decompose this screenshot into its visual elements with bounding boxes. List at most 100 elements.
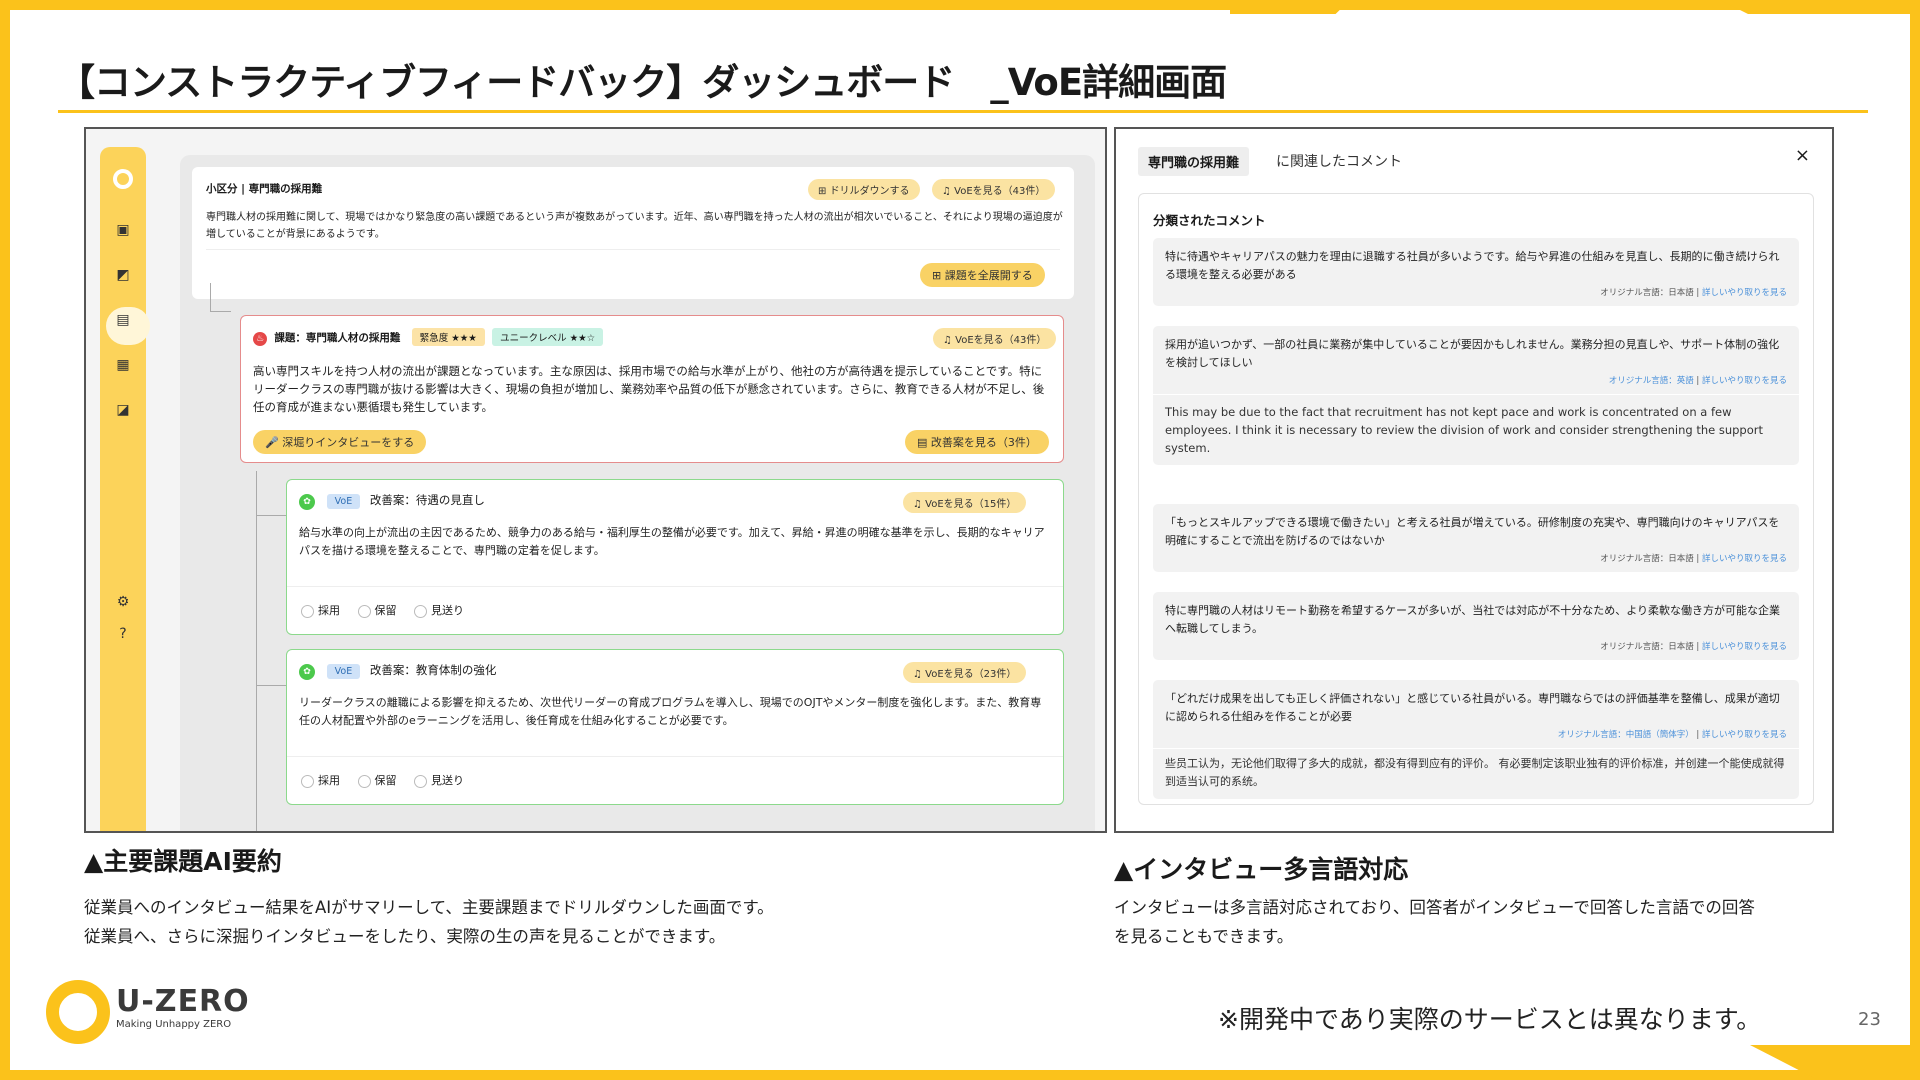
- dashboard-icon[interactable]: ▣: [100, 215, 146, 245]
- voe-view-label: VoEを見る（43件）: [954, 186, 1046, 197]
- comment-meta: オリジナル言語：中国語（簡体字） | 詳しいやり取りを見る: [1557, 730, 1787, 740]
- original-language: オリジナル言語：英語: [1608, 376, 1694, 386]
- fire-icon: ♨: [253, 332, 267, 346]
- close-icon[interactable]: ×: [1795, 145, 1810, 166]
- right-section-line2: を見ることもできます。: [1114, 927, 1294, 946]
- deep-interview-label: 深堀りインタビューをする: [282, 436, 415, 449]
- chart-icon[interactable]: ◩: [100, 260, 146, 290]
- summary-heading: 小区分 | 専門職の採用難: [206, 183, 323, 195]
- voe-view-button[interactable]: ♫ VoEを見る（43件）: [932, 179, 1056, 200]
- radio-skip[interactable]: [414, 604, 427, 618]
- issue-title-row: ♨ 課題：専門職人材の採用難 緊急度 ★★★ ユニークレベル ★★☆: [253, 328, 604, 346]
- comment-item: 採用が追いつかず、一部の社員に業務が集中していることが要因かもしれません。業務分…: [1153, 326, 1799, 465]
- detail-link[interactable]: 詳しいやり取りを見る: [1702, 376, 1787, 386]
- voe-tag: VoE: [326, 494, 361, 509]
- comment-meta: オリジナル言語：日本語 | 詳しいやり取りを見る: [1600, 642, 1787, 652]
- comments-header: に関連したコメント: [1276, 154, 1402, 170]
- comment-text: 「どれだけ成果を出しても正しく評価されない」と感じている社員がいる。専門職ならで…: [1165, 692, 1780, 723]
- original-language: オリジナル言語：中国語（簡体字）: [1557, 730, 1694, 740]
- proposal-voe-button[interactable]: ♫ VoEを見る（23件）: [903, 662, 1027, 683]
- original-language: オリジナル言語：日本語: [1600, 554, 1694, 564]
- issue-voe-button[interactable]: ♫ VoEを見る（43件）: [933, 328, 1057, 349]
- left-section-line1: 従業員へのインタビュー結果をAIがサマリーして、主要課題までドリルダウンした画面…: [84, 898, 774, 917]
- original-language: オリジナル言語：日本語: [1600, 642, 1694, 652]
- leaf-icon: ✿: [299, 494, 315, 510]
- classified-comments-title: 分類されたコメント: [1153, 213, 1266, 228]
- detail-link[interactable]: 詳しいやり取りを見る: [1702, 554, 1787, 564]
- urgency-tag: 緊急度 ★★★: [411, 328, 485, 346]
- proposal-body: リーダークラスの離職による影響を抑えるため、次世代リーダーの育成プログラムを導入…: [299, 696, 1042, 727]
- option-hold: 保留: [374, 774, 397, 787]
- topic-tag: 専門職の採用難: [1138, 147, 1250, 176]
- proposal-title-row: ✿ VoE 改善案：教育体制の強化: [299, 662, 496, 680]
- logo-name: U-ZERO: [116, 984, 250, 1019]
- settings-icon[interactable]: ⚙: [100, 587, 146, 617]
- deep-interview-button[interactable]: 🎤 深堀りインタビューをする: [253, 430, 427, 454]
- right-section-line1: インタビューは多言語対応されており、回答者がインタビューで回答した言語での回答: [1114, 898, 1755, 917]
- improvements-button[interactable]: ▤ 改善案を見る（3件）: [905, 430, 1049, 454]
- radio-skip[interactable]: [414, 774, 427, 788]
- top-frame-bar: [0, 0, 1920, 10]
- proposal-voe-label: VoEを見る（23件）: [925, 669, 1017, 680]
- report-icon[interactable]: ▦: [100, 350, 146, 380]
- radio-hold[interactable]: [357, 604, 371, 618]
- right-frame-bar: [1910, 0, 1920, 1080]
- proposal-body: 給与水準の向上が流出の主因であるため、競争力のある給与・福利厚生の整備が必要です…: [299, 526, 1045, 557]
- drilldown-label: ドリルダウンする: [829, 186, 910, 197]
- decision-options: 採用 保留 見送り: [287, 772, 464, 788]
- radio-hold[interactable]: [357, 774, 371, 788]
- corner-top-right: [1720, 0, 1920, 14]
- voe-icon[interactable]: ▤: [100, 305, 146, 335]
- comment-item: 特に専門職の人材はリモート勤務を希望するケースが多いが、当社では対応が不十分なた…: [1153, 592, 1799, 660]
- left-section-heading: ▲主要課題AI要約: [84, 847, 282, 876]
- app-logo-icon: [113, 169, 133, 189]
- comment-text: 採用が追いつかず、一部の社員に業務が集中していることが要因かもしれません。業務分…: [1165, 338, 1780, 369]
- comment-text: 「もっとスキルアップできる環境で働きたい」と考える社員が増えている。研修制度の充…: [1165, 516, 1780, 547]
- drilldown-button[interactable]: ⊞ ドリルダウンする: [808, 179, 920, 200]
- help-icon[interactable]: ?: [100, 619, 146, 649]
- proposal-title-row: ✿ VoE 改善案：待遇の見直し: [299, 492, 485, 510]
- expand-all-label: 課題を全展開する: [944, 269, 1033, 282]
- option-adopt: 採用: [318, 774, 340, 787]
- comment-item: 特に待遇やキャリアパスの魅力を理由に退職する社員が多いようです。給与や昇進の仕組…: [1153, 238, 1799, 306]
- leaf-icon: ✿: [299, 664, 315, 680]
- original-comment: 些员工认为，无论他们取得了多大的成就，都没有得到应有的评价。 有必要制定该职业独…: [1153, 748, 1799, 799]
- improvements-label: 改善案を見る（3件）: [930, 436, 1037, 449]
- u-zero-logo-icon: [46, 980, 110, 1044]
- left-frame-bar: [0, 0, 10, 1080]
- right-section-heading: ▲インタビュー多言語対応: [1114, 855, 1409, 884]
- proposal-tree-line: [256, 471, 257, 831]
- detail-link[interactable]: 詳しいやり取りを見る: [1702, 642, 1787, 652]
- comment-text: 特に専門職の人材はリモート勤務を希望するケースが多いが、当社では対応が不十分なた…: [1165, 604, 1781, 635]
- corner-top-right-2: [1230, 0, 1350, 14]
- summary-card: 小区分 | 専門職の採用難 ⊞ ドリルダウンする ♫ VoEを見る（43件） 専…: [192, 167, 1074, 299]
- app-sidebar: ▣ ◩ ▤ ▦ ◪ ⚙ ?: [100, 147, 150, 831]
- issue-voe-label: VoEを見る（43件）: [955, 335, 1047, 346]
- proposal-voe-button[interactable]: ♫ VoEを見る（15件）: [903, 492, 1027, 513]
- summary-body: 専門職人材の採用難に関して、現場ではかなり緊急度の高い課題であるという声が複数あ…: [206, 212, 1063, 240]
- bottom-frame-bar: [0, 1070, 1920, 1080]
- voe-tag: VoE: [326, 664, 361, 679]
- proposal-title: 改善案：教育体制の強化: [369, 663, 497, 677]
- radio-adopt[interactable]: [301, 774, 314, 788]
- original-language: オリジナル言語：日本語: [1600, 288, 1694, 298]
- disclaimer: ※開発中であり実際のサービスとは異なります。: [1218, 1005, 1762, 1034]
- issue-card: ♨ 課題：専門職人材の採用難 緊急度 ★★★ ユニークレベル ★★☆ ♫ VoE…: [240, 315, 1064, 463]
- proposal-voe-label: VoEを見る（15件）: [925, 499, 1017, 510]
- comment-item: 「もっとスキルアップできる環境で働きたい」と考える社員が増えている。研修制度の充…: [1153, 504, 1799, 572]
- proposal-branch-1: [256, 515, 286, 516]
- comment-meta: オリジナル言語：英語 | 詳しいやり取りを見る: [1608, 376, 1787, 386]
- option-adopt: 採用: [318, 604, 340, 617]
- detail-link[interactable]: 詳しいやり取りを見る: [1702, 288, 1787, 298]
- tree-connector: [210, 283, 231, 312]
- expand-all-button[interactable]: ⊞ 課題を全展開する: [920, 263, 1045, 287]
- detail-link[interactable]: 詳しいやり取りを見る: [1702, 730, 1787, 740]
- option-hold: 保留: [374, 604, 397, 617]
- feedback-icon[interactable]: ◪: [100, 395, 146, 425]
- issue-body: 高い専門スキルを持つ人材の流出が課題となっています。主な原因は、採用市場での給与…: [253, 364, 1045, 414]
- radio-adopt[interactable]: [301, 604, 314, 618]
- left-section-line2: 従業員へ、さらに深掘りインタビューをしたり、実際の生の声を見ることができます。: [84, 927, 726, 946]
- classified-comments-box: 分類されたコメント 特に待遇やキャリアパスの魅力を理由に退職する社員が多いようで…: [1138, 193, 1814, 805]
- main-panel: 小区分 | 専門職の採用難 ⊞ ドリルダウンする ♫ VoEを見る（43件） 専…: [180, 155, 1095, 831]
- uniqueness-tag: ユニークレベル ★★☆: [492, 328, 604, 346]
